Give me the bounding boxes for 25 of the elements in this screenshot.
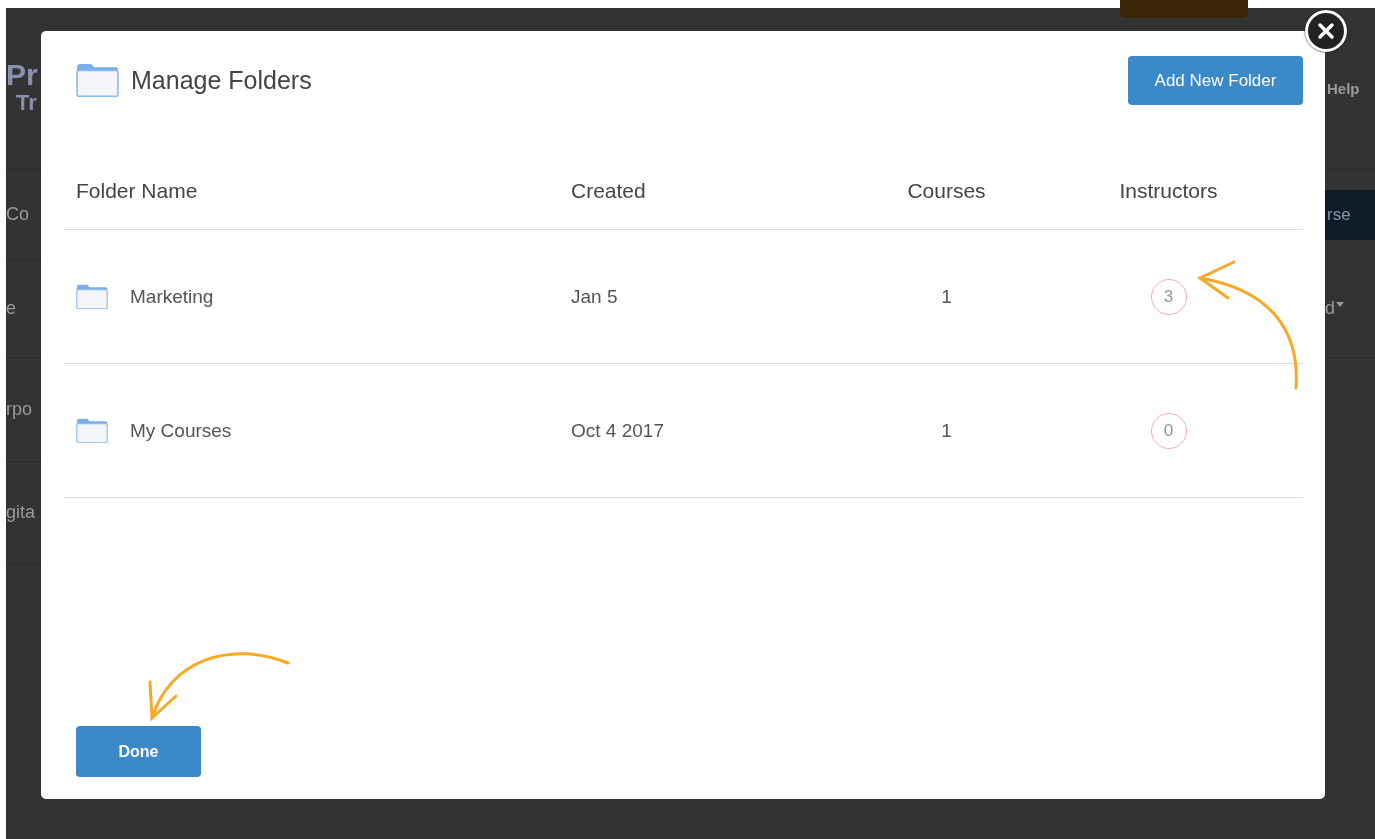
- column-header: Instructors: [1119, 178, 1218, 203]
- column-header: Folder Name: [76, 178, 198, 203]
- background-text: e: [6, 298, 17, 319]
- created-date: Oct 4 2017: [571, 419, 664, 442]
- background-text: Co: [6, 204, 30, 225]
- course-count: 1: [941, 419, 952, 442]
- folder-name: My Courses: [130, 419, 232, 442]
- dialog-title: Manage Folders: [131, 66, 312, 95]
- help-menu[interactable]: Help: [1327, 80, 1375, 97]
- folder-icon: [76, 63, 119, 98]
- background-text: gita: [6, 502, 37, 523]
- done-button[interactable]: Done: [76, 726, 201, 777]
- background-text: rpo: [6, 399, 33, 420]
- course-button[interactable]: rse: [1325, 190, 1375, 240]
- course-count: 1: [941, 285, 952, 308]
- column-header: Courses: [907, 178, 986, 203]
- logo-subtext: Tr: [16, 90, 38, 117]
- folder-icon: [76, 283, 108, 310]
- sort-dropdown[interactable]: d: [1325, 298, 1375, 319]
- column-header: Created: [571, 178, 646, 203]
- logo-text: Pr: [6, 60, 39, 91]
- folder-icon: [76, 417, 108, 444]
- folder-name: Marketing: [130, 285, 214, 308]
- created-date: Jan 5: [571, 285, 618, 308]
- add-new-folder-button[interactable]: Add New Folder: [1128, 56, 1303, 105]
